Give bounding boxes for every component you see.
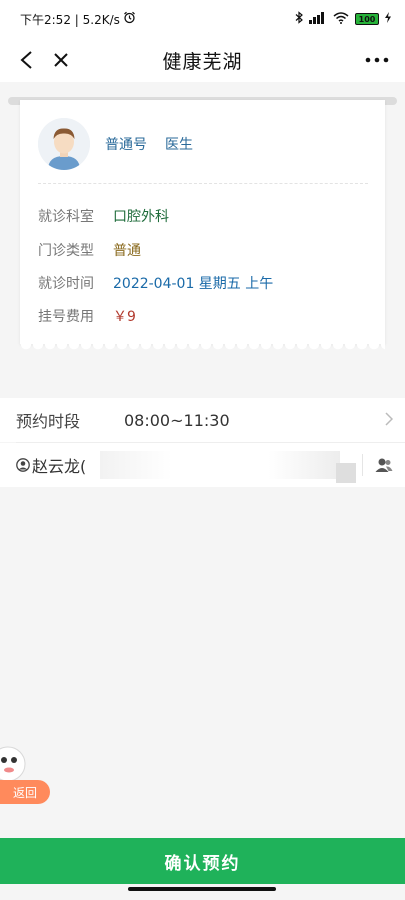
doctor-type: 普通号 xyxy=(105,137,147,153)
info-row-department: 就诊科室 口腔外科 xyxy=(38,206,169,226)
doctor-header: 普通号 医生 xyxy=(38,118,193,170)
clinic-type-value: 普通 xyxy=(113,243,141,259)
department-value: 口腔外科 xyxy=(113,209,169,225)
switch-patient-button[interactable] xyxy=(373,455,395,475)
info-row-clinic-type: 门诊类型 普通 xyxy=(38,240,141,260)
return-button[interactable]: 返回 xyxy=(0,780,50,804)
time-period-row[interactable]: 预约时段 08:00~11:30 xyxy=(0,398,405,442)
visit-time-value: 2022-04-01 星期五 上午 xyxy=(113,276,274,292)
nav-bar: 健康芜湖 xyxy=(0,38,405,82)
wifi-icon xyxy=(333,11,349,27)
department-label: 就诊科室 xyxy=(38,209,94,225)
visit-time-label: 就诊时间 xyxy=(38,276,94,292)
charging-icon xyxy=(385,12,391,26)
doctor-avatar xyxy=(38,118,90,170)
ticket-zigzag-edge xyxy=(20,344,385,350)
info-row-visit-time: 就诊时间 2022-04-01 星期五 上午 xyxy=(38,273,273,293)
fee-label: 挂号费用 xyxy=(38,309,94,325)
redaction-mask xyxy=(100,451,340,479)
alarm-icon xyxy=(123,11,136,27)
confirm-appointment-button[interactable]: 确认预约 xyxy=(0,838,405,884)
signal-icon xyxy=(309,11,327,27)
more-dots-icon xyxy=(365,57,389,63)
patient-divider xyxy=(362,454,363,476)
fee-value: ￥9 xyxy=(113,309,136,325)
redaction-mask-small xyxy=(336,463,356,483)
status-left: 下午2:52 | 5.2K/s xyxy=(20,11,136,28)
home-indicator[interactable] xyxy=(128,887,276,891)
clinic-type-label: 门诊类型 xyxy=(38,243,94,259)
info-row-fee: 挂号费用 ￥9 xyxy=(38,306,136,326)
user-circle-icon xyxy=(16,458,30,472)
appointment-ticket: 普通号 医生 就诊科室 口腔外科 门诊类型 普通 就诊时间 2022-04-01… xyxy=(20,100,385,350)
chevron-right-icon xyxy=(385,412,393,426)
contacts-icon xyxy=(375,458,393,472)
patient-name: 赵云龙( xyxy=(32,457,87,476)
doctor-title: 医生 xyxy=(165,137,193,153)
status-bar: 下午2:52 | 5.2K/s 100 xyxy=(0,0,405,38)
page-title: 健康芜湖 xyxy=(162,50,243,73)
period-value: 08:00~11:30 xyxy=(124,410,230,430)
page: 下午2:52 | 5.2K/s 100 健康芜湖 普通号 医生 就诊科室 口腔外… xyxy=(0,0,405,900)
period-label: 预约时段 xyxy=(16,412,81,431)
status-time-speed: 下午2:52 | 5.2K/s xyxy=(20,12,120,27)
more-button[interactable] xyxy=(361,44,393,76)
ticket-divider xyxy=(38,183,368,184)
patient-row[interactable]: 赵云龙( xyxy=(0,443,405,487)
bluetooth-icon xyxy=(295,11,303,27)
status-right: 100 xyxy=(295,11,391,27)
battery-icon: 100 xyxy=(355,13,379,25)
